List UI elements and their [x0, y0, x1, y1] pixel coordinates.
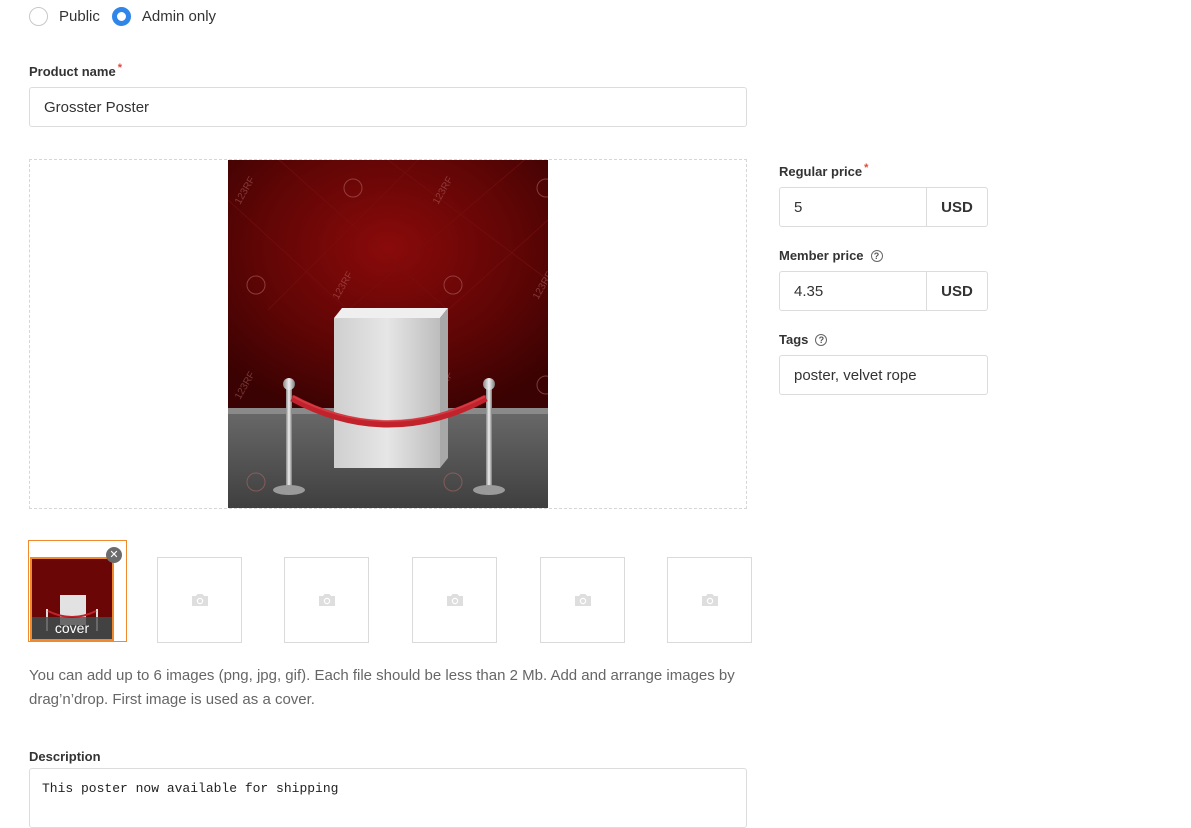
- member-price-label: Member price?: [779, 248, 883, 263]
- question-circle-icon[interactable]: ?: [870, 250, 883, 262]
- regular-price-currency: USD: [941, 198, 973, 216]
- image-slot-2[interactable]: [157, 557, 242, 643]
- camera-icon: [446, 594, 463, 606]
- camera-icon: [191, 594, 208, 606]
- member-price-label-text: Member price: [779, 248, 864, 263]
- remove-image-icon[interactable]: ✕: [106, 547, 122, 563]
- question-circle-icon[interactable]: ?: [815, 334, 828, 346]
- product-name-label: Product name *: [29, 62, 122, 79]
- regular-price-field: 5 USD: [779, 187, 988, 227]
- member-price-field: 4.35 USD: [779, 271, 988, 311]
- tags-label: Tags?: [779, 332, 828, 347]
- image-slot-5[interactable]: [540, 557, 625, 643]
- product-name-value: Grosster Poster: [44, 98, 150, 116]
- visibility-public-radio[interactable]: Public: [29, 6, 100, 26]
- required-asterisk: *: [117, 62, 122, 74]
- regular-price-label: Regular price *: [779, 162, 869, 179]
- visibility-admin-only-radio[interactable]: Admin only: [111, 6, 217, 26]
- description-label: Description: [29, 749, 101, 764]
- camera-icon: [318, 594, 335, 606]
- radio-circle-selected[interactable]: [111, 6, 131, 26]
- tags-label-text: Tags: [779, 332, 809, 347]
- regular-price-input[interactable]: 5: [780, 188, 927, 226]
- radio-circle-unselected[interactable]: [29, 6, 48, 26]
- radio-label-public: Public: [59, 7, 100, 25]
- poster-illustration: 123RF 123RF 123RF 123RF 123RF 123RF: [228, 160, 548, 508]
- product-name-input[interactable]: Grosster Poster: [29, 87, 747, 127]
- image-dropzone[interactable]: 123RF 123RF 123RF 123RF 123RF 123RF: [29, 159, 747, 509]
- main-product-image: 123RF 123RF 123RF 123RF 123RF 123RF: [228, 160, 548, 508]
- cover-label: cover: [32, 617, 112, 639]
- tags-value: poster, velvet rope: [794, 366, 917, 384]
- member-price-currency: USD: [941, 282, 973, 300]
- radio-label-admin-only: Admin only: [141, 7, 217, 25]
- required-asterisk: *: [864, 162, 869, 174]
- camera-icon: [701, 594, 718, 606]
- member-price-input[interactable]: 4.35: [780, 272, 927, 310]
- image-slot-6[interactable]: [667, 557, 752, 643]
- visibility-radio-group: Public Admin only: [29, 5, 228, 27]
- cover-thumbnail[interactable]: cover: [30, 557, 114, 641]
- images-hint-text: You can add up to 6 images (png, jpg, gi…: [29, 667, 735, 708]
- camera-icon: [574, 594, 591, 606]
- image-slot-3[interactable]: [284, 557, 369, 643]
- regular-price-label-text: Regular price: [779, 164, 863, 179]
- tags-input[interactable]: poster, velvet rope: [779, 355, 988, 395]
- product-name-label-text: Product name: [29, 64, 116, 79]
- image-slot-4[interactable]: [412, 557, 497, 643]
- description-textarea[interactable]: This poster now available for shipping: [29, 768, 747, 828]
